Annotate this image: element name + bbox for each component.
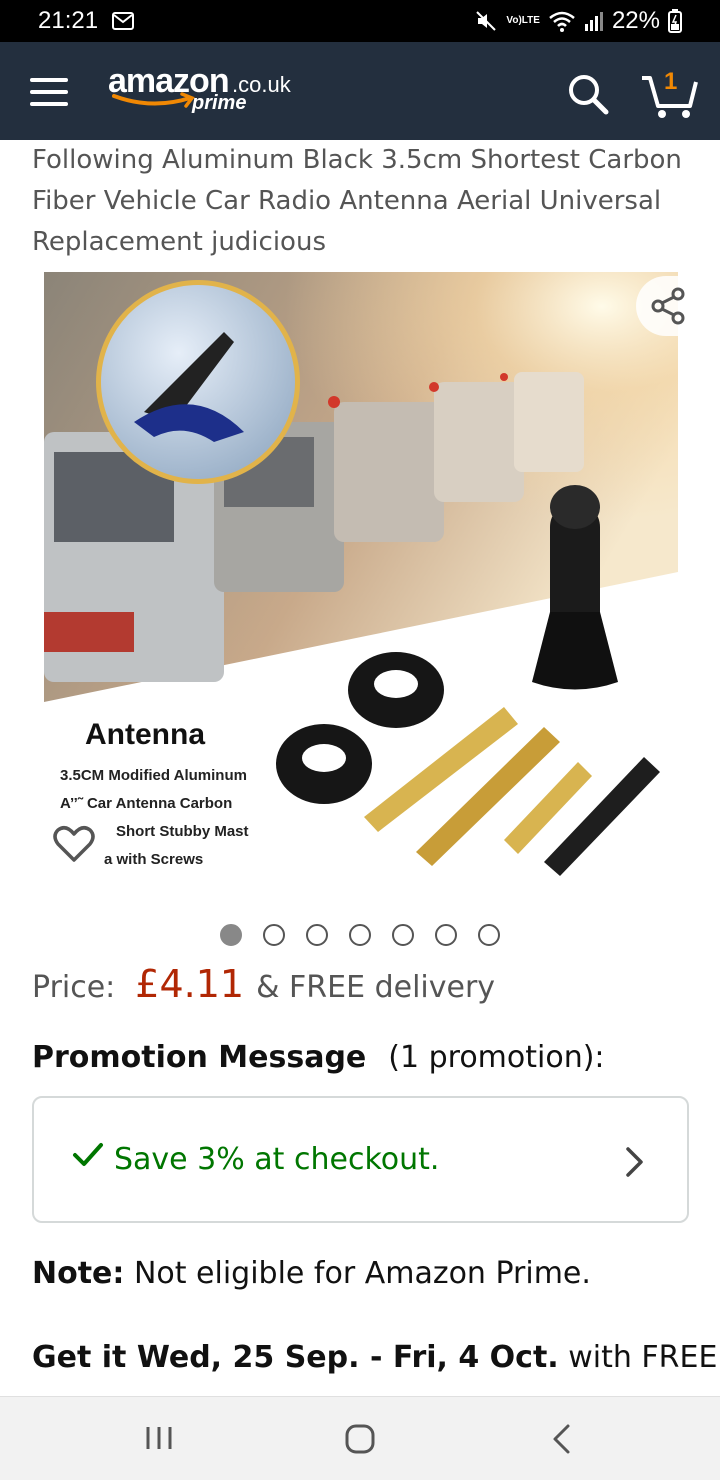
delivery-estimate: Get it Wed, 25 Sep. - Fri, 4 Oct. with F… xyxy=(32,1340,720,1375)
cart-count-badge: 1 xyxy=(664,68,678,95)
volte-label: Vo) xyxy=(506,15,522,26)
price-row: Price: £4.11 & FREE delivery xyxy=(32,962,495,1006)
image-caption-line: A’’˜ Car Antenna Carbon xyxy=(60,795,233,812)
lte-label: LTE xyxy=(521,15,540,26)
chevron-right-icon xyxy=(624,1146,646,1182)
carousel-dot[interactable] xyxy=(306,924,328,946)
wifi-icon xyxy=(548,10,576,32)
delivery-dates: Get it Wed, 25 Sep. - Fri, 4 Oct. xyxy=(32,1340,559,1375)
system-nav-bar xyxy=(0,1396,720,1480)
battery-percent: 22% xyxy=(611,7,660,34)
note-text: Not eligible for Amazon Prime. xyxy=(124,1256,591,1291)
status-left: 21:21 xyxy=(38,7,135,35)
image-caption-line: Short Stubby Mast xyxy=(116,823,249,840)
volte-lte-badge: Vo) LTE xyxy=(506,16,540,26)
image-caption-line: 3.5CM Modified Aluminum xyxy=(60,767,247,784)
app-header: amazon .co.uk prime 1 xyxy=(0,42,720,140)
carousel-dot[interactable] xyxy=(263,924,285,946)
heart-icon[interactable] xyxy=(52,822,96,866)
promotion-card[interactable]: Save 3% at checkout. xyxy=(32,1096,689,1223)
gmail-icon xyxy=(112,12,135,30)
product-title: Following Aluminum Black 3.5cm Shortest … xyxy=(32,145,682,257)
price-label: Price: xyxy=(32,970,116,1005)
promotion-heading-label: Promotion Message xyxy=(32,1040,367,1075)
price-value: £4.11 xyxy=(135,962,245,1006)
promotion-heading: Promotion Message (1 promotion): xyxy=(32,1040,605,1075)
status-bar: 21:21 Vo) LTE 22% xyxy=(0,0,720,42)
status-time: 21:21 xyxy=(38,7,99,34)
recent-apps-icon[interactable] xyxy=(144,1425,174,1455)
smile-arrow-icon xyxy=(112,92,195,108)
carousel-dot[interactable] xyxy=(478,924,500,946)
search-icon[interactable] xyxy=(566,72,610,116)
free-delivery-text: & FREE delivery xyxy=(256,970,496,1005)
carousel-dot[interactable] xyxy=(435,924,457,946)
mute-icon xyxy=(474,9,498,33)
carousel-dot[interactable] xyxy=(349,924,371,946)
home-icon[interactable] xyxy=(344,1423,376,1459)
cart-icon[interactable]: 1 xyxy=(640,66,700,122)
hamburger-menu-icon[interactable] xyxy=(30,78,68,106)
carousel-dot[interactable] xyxy=(220,924,242,946)
back-icon[interactable] xyxy=(550,1423,574,1459)
promotion-text: Save 3% at checkout. xyxy=(114,1142,440,1177)
image-caption: Antenna 3.5CM Modified Aluminum A’’˜ Car… xyxy=(60,718,300,874)
battery-charging-icon xyxy=(668,9,682,33)
carousel-dot[interactable] xyxy=(392,924,414,946)
image-carousel-dots xyxy=(220,924,500,946)
logo-prime-text: prime xyxy=(192,92,247,114)
image-caption-title: Antenna xyxy=(85,718,205,751)
delivery-suffix: with FREE xyxy=(558,1340,718,1375)
signal-icon xyxy=(584,10,604,32)
prime-eligibility-note: Note: Not eligible for Amazon Prime. xyxy=(32,1256,591,1291)
check-icon xyxy=(72,1142,104,1172)
image-caption-line: a with Screws xyxy=(104,851,204,868)
note-label: Note: xyxy=(32,1256,125,1291)
promotion-count: (1 promotion): xyxy=(388,1040,605,1075)
status-right: Vo) LTE 22% xyxy=(474,7,682,35)
share-icon[interactable] xyxy=(636,276,700,336)
product-detail-page: 21:21 Vo) LTE 22% amazon .co.uk prime 1 … xyxy=(0,0,720,1480)
